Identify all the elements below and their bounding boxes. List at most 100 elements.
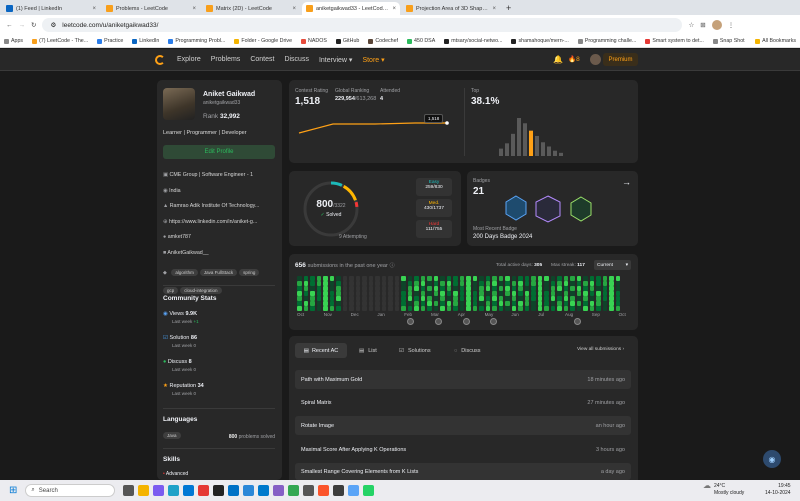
- heatmap-cell[interactable]: [472, 301, 478, 306]
- bookmark[interactable]: 450 DSA: [407, 38, 435, 44]
- heatmap-cell[interactable]: [511, 286, 517, 291]
- heatmap-cell[interactable]: [518, 296, 523, 301]
- heatmap-cell[interactable]: [362, 301, 367, 306]
- heatmap-cell[interactable]: [459, 281, 465, 286]
- site-info-icon[interactable]: ⚙: [50, 21, 56, 29]
- heatmap-cell[interactable]: [342, 306, 348, 311]
- heatmap-cell[interactable]: [596, 286, 601, 291]
- heatmap-cell[interactable]: [336, 276, 341, 281]
- explorer-icon[interactable]: [138, 485, 150, 496]
- heatmap-cell[interactable]: [518, 276, 523, 281]
- bell-icon[interactable]: 🔔: [553, 55, 563, 64]
- heatmap-cell[interactable]: [342, 281, 348, 286]
- heatmap-cell[interactable]: [472, 291, 478, 296]
- heatmap-cell[interactable]: [342, 301, 348, 306]
- heatmap-cell[interactable]: [388, 301, 393, 306]
- heatmap-cell[interactable]: [401, 306, 406, 311]
- submission-row[interactable]: Rotate Image an hour ago: [295, 416, 631, 435]
- heatmap-cell[interactable]: [375, 306, 380, 311]
- url-input[interactable]: ⚙ leetcode.com/u/aniketgaikwad33/: [42, 18, 683, 32]
- heatmap-cell[interactable]: [368, 281, 374, 286]
- heatmap-cell[interactable]: [609, 291, 614, 296]
- heatmap-cell[interactable]: [433, 276, 439, 281]
- all-bookmarks[interactable]: All Bookmarks: [755, 38, 796, 44]
- bookmark[interactable]: GitHub: [335, 38, 359, 44]
- heatmap-cell[interactable]: [511, 276, 517, 281]
- heatmap-cell[interactable]: [511, 301, 517, 306]
- heatmap-cell[interactable]: [381, 301, 387, 306]
- heatmap-cell[interactable]: [557, 296, 562, 301]
- forward-icon[interactable]: →: [19, 22, 26, 29]
- heatmap-cell[interactable]: [407, 286, 413, 291]
- heatmap-cell[interactable]: [570, 281, 575, 286]
- heatmap-cell[interactable]: [349, 291, 354, 296]
- heatmap-cell[interactable]: [420, 306, 426, 311]
- heatmap-cell[interactable]: [297, 281, 302, 286]
- heatmap-cell[interactable]: [589, 301, 595, 306]
- badge-marker-icon[interactable]: [407, 318, 414, 325]
- tab-recent-ac[interactable]: ▤ Recent AC: [295, 343, 347, 358]
- heatmap-cell[interactable]: [453, 286, 458, 291]
- heatmap-cell[interactable]: [609, 286, 614, 291]
- heatmap-cell[interactable]: [316, 286, 322, 291]
- heatmap-cell[interactable]: [550, 291, 556, 296]
- heatmap-cell[interactable]: [583, 306, 588, 311]
- heatmap-cell[interactable]: [303, 276, 309, 281]
- language-tag[interactable]: Java: [163, 432, 181, 439]
- heatmap-cell[interactable]: [433, 281, 439, 286]
- edit-profile-button[interactable]: Edit Profile: [163, 145, 275, 159]
- heatmap-cell[interactable]: [414, 306, 419, 311]
- heatmap-cell[interactable]: [602, 281, 608, 286]
- heatmap-cell[interactable]: [466, 281, 471, 286]
- heatmap-cell[interactable]: [472, 281, 478, 286]
- heatmap-cell[interactable]: [440, 286, 445, 291]
- heatmap-cell[interactable]: [342, 296, 348, 301]
- heatmap-cell[interactable]: [427, 306, 432, 311]
- browser-tab-active[interactable]: aniketgaikwad33 - LeetCode P... ×: [302, 2, 400, 15]
- bookmark[interactable]: Codechef: [368, 38, 398, 44]
- nav-problems[interactable]: Problems: [211, 56, 241, 64]
- bookmark[interactable]: (7) LeetCode - The...: [32, 38, 88, 44]
- heatmap-cell[interactable]: [401, 301, 406, 306]
- heatmap-cell[interactable]: [602, 306, 608, 311]
- heatmap-cell[interactable]: [323, 306, 328, 311]
- heatmap-cell[interactable]: [459, 276, 465, 281]
- heatmap-cell[interactable]: [433, 291, 439, 296]
- heatmap-cell[interactable]: [466, 276, 471, 281]
- heatmap-cell[interactable]: [316, 291, 322, 296]
- heatmap-cell[interactable]: [336, 296, 341, 301]
- feedback-button[interactable]: ◉: [763, 450, 781, 468]
- heatmap-cell[interactable]: [414, 301, 419, 306]
- badge-hex-icon[interactable]: [570, 196, 592, 222]
- heatmap-cell[interactable]: [505, 306, 510, 311]
- heatmap-cell[interactable]: [329, 286, 335, 291]
- heatmap-cell[interactable]: [362, 286, 367, 291]
- browser-tab[interactable]: (1) Feed | LinkedIn ×: [2, 2, 100, 15]
- browser-tab[interactable]: Problems - LeetCode ×: [102, 2, 200, 15]
- heatmap-cell[interactable]: [615, 306, 621, 311]
- nav-store[interactable]: Store ▾: [362, 56, 384, 64]
- heatmap-cell[interactable]: [414, 281, 419, 286]
- heatmap-cell[interactable]: [323, 296, 328, 301]
- heatmap-cell[interactable]: [602, 286, 608, 291]
- heatmap-cell[interactable]: [349, 276, 354, 281]
- heatmap-cell[interactable]: [524, 306, 530, 311]
- bookmark[interactable]: Snap Shot: [712, 38, 745, 44]
- windows-icon[interactable]: ⊞: [9, 485, 17, 496]
- heatmap-cell[interactable]: [557, 301, 562, 306]
- heatmap-cell[interactable]: [368, 296, 374, 301]
- heatmap-cell[interactable]: [446, 306, 452, 311]
- heatmap-cell[interactable]: [459, 301, 465, 306]
- heatmap-cell[interactable]: [329, 296, 335, 301]
- heatmap-cell[interactable]: [303, 281, 309, 286]
- heatmap-cell[interactable]: [355, 281, 361, 286]
- heatmap-cell[interactable]: [596, 306, 601, 311]
- badge-marker-icon[interactable]: [435, 318, 442, 325]
- heatmap-cell[interactable]: [446, 286, 452, 291]
- heatmap-cell[interactable]: [401, 276, 406, 281]
- heatmap-cell[interactable]: [466, 296, 471, 301]
- heatmap-cell[interactable]: [401, 286, 406, 291]
- heatmap-cell[interactable]: [615, 286, 621, 291]
- heatmap-cell[interactable]: [453, 291, 458, 296]
- heatmap-cell[interactable]: [485, 306, 491, 311]
